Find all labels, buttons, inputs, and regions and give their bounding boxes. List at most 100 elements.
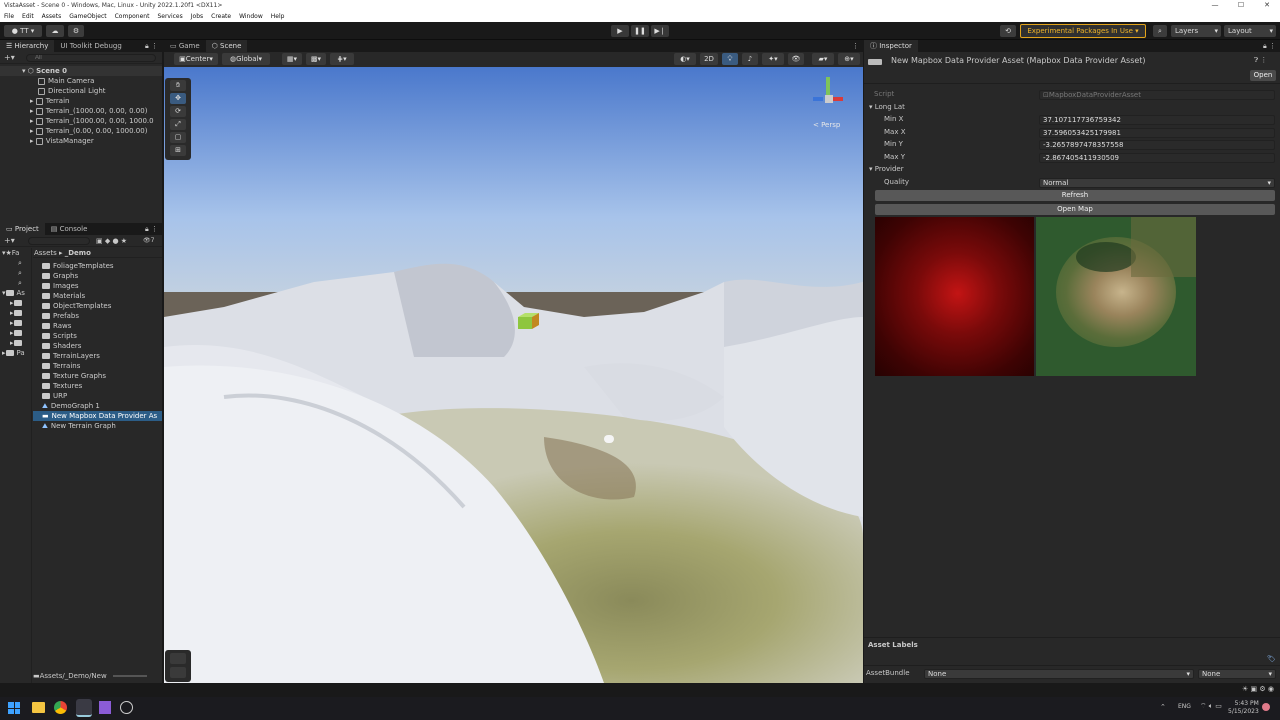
tree-folder[interactable]: ▸ [0, 338, 31, 348]
app-icon[interactable] [120, 701, 133, 714]
hierarchy-item[interactable]: ▸ Terrain_(1000.00, 0.00, 1000.0 [0, 116, 162, 126]
search-icon[interactable]: ⌕ [0, 258, 31, 268]
open-button[interactable]: Open [1250, 70, 1276, 81]
layout-dropdown[interactable]: Layout ▾ [1224, 25, 1276, 37]
windows-start-icon[interactable] [8, 702, 20, 714]
cloud-icon[interactable]: ☁ [46, 25, 64, 37]
refresh-icon[interactable] [170, 653, 186, 664]
list-item[interactable]: TerrainLayers [33, 351, 162, 361]
hierarchy-item[interactable]: Main Camera [0, 76, 162, 86]
min-x-field[interactable]: 37.107117736759342 [1039, 115, 1275, 125]
close-icon[interactable]: ✕ [1254, 0, 1280, 11]
layers-dropdown[interactable]: Layers ▾ [1171, 25, 1221, 37]
max-y-field[interactable]: -2.867405411930509 [1039, 153, 1275, 163]
list-item[interactable]: Materials [33, 291, 162, 301]
search-icon[interactable]: ⌕ [0, 278, 31, 288]
tab-hierarchy[interactable]: ☰ Hierarchy [0, 40, 55, 52]
add-icon[interactable]: +▾ [4, 52, 15, 64]
collab-icon[interactable]: ⚙ [68, 25, 84, 37]
history-icon[interactable]: ⟲ [1000, 25, 1016, 37]
language-indicator[interactable]: ENG [1178, 703, 1191, 710]
search-icon[interactable]: ⌕ [0, 268, 31, 278]
hierarchy-item[interactable]: ▸ VistaManager [0, 136, 162, 146]
asset-bundle-dropdown[interactable]: None ▾ [924, 669, 1194, 679]
add-icon[interactable]: +▾ [4, 235, 15, 247]
move-tool-icon[interactable]: ✥ [170, 93, 186, 104]
scene-row[interactable]: ▾ ⬡ Scene 0 [0, 66, 162, 76]
orientation-gizmo[interactable]: < Persp [809, 77, 849, 129]
tab-game[interactable]: ▭ Game [164, 40, 206, 52]
lock-icon[interactable]: 🔒︎ ⋮ [145, 40, 162, 52]
audio-icon[interactable]: ♪ [742, 53, 758, 65]
pause-button[interactable]: ❚❚ [631, 25, 649, 37]
provider-foldout[interactable]: ▾ Provider [869, 164, 904, 175]
menu-jobs[interactable]: Jobs [191, 11, 203, 22]
visual-studio-icon[interactable] [99, 701, 111, 714]
hierarchy-search-input[interactable] [26, 54, 156, 62]
maximize-icon[interactable]: ☐ [1228, 0, 1254, 11]
gizmos-icon[interactable]: ⊕▾ [838, 53, 860, 65]
tab-inspector[interactable]: ⓘ Inspector [864, 40, 918, 52]
list-item[interactable]: FoliageTemplates [33, 261, 162, 271]
play-button[interactable]: ▶ [611, 25, 629, 37]
packages-row[interactable]: ▸ Pa [0, 348, 31, 358]
visibility-icon[interactable]: 👁︎ [788, 53, 804, 65]
list-item[interactable]: Terrains [33, 361, 162, 371]
notification-icon[interactable] [1262, 703, 1270, 711]
tab-project[interactable]: ▭ Project [0, 223, 45, 235]
light-icon[interactable] [604, 435, 614, 443]
step-button[interactable]: ▶❘ [651, 25, 669, 37]
graph-tool-icon[interactable] [170, 667, 186, 678]
experimental-packages-button[interactable]: Experimental Packages In Use ▾ [1020, 24, 1146, 38]
effects-icon[interactable]: ✦▾ [762, 53, 784, 65]
min-y-field[interactable]: -3.2657897478357558 [1039, 140, 1275, 150]
rect-tool-icon[interactable]: ▢ [170, 132, 186, 143]
hierarchy-item[interactable]: ▸ Terrain [0, 96, 162, 106]
more-icon[interactable]: ⋮ [852, 40, 863, 52]
file-explorer-icon[interactable] [32, 702, 45, 713]
menu-create[interactable]: Create [211, 11, 231, 22]
list-item[interactable]: Scripts [33, 331, 162, 341]
max-x-field[interactable]: 37.596053425179981 [1039, 128, 1275, 138]
longlat-foldout[interactable]: ▾ Long Lat [869, 102, 905, 113]
menu-window[interactable]: Window [239, 11, 263, 22]
tag-icon[interactable]: 🏷︎ [1267, 654, 1276, 665]
lighting-icon[interactable]: 💡︎ [722, 53, 738, 65]
list-item[interactable]: ⛰ New Terrain Graph [33, 421, 162, 431]
menu-assets[interactable]: Assets [42, 11, 62, 22]
camera-icon[interactable]: ▰▾ [812, 53, 834, 65]
hierarchy-item[interactable]: ▸ Terrain_(0.00, 0.00, 1000.00) [0, 126, 162, 136]
menu-edit[interactable]: Edit [22, 11, 34, 22]
tree-folder[interactable]: ▸ [0, 298, 31, 308]
scale-tool-icon[interactable]: ⤢ [170, 119, 186, 130]
zoom-slider[interactable] [112, 675, 147, 677]
hierarchy-item[interactable]: Directional Light [0, 86, 162, 96]
list-item[interactable]: ObjectTemplates [33, 301, 162, 311]
refresh-button[interactable]: Refresh [875, 190, 1275, 201]
toggle-2d-button[interactable]: 2D [700, 53, 718, 65]
scene-viewport[interactable]: < Persp [164, 67, 863, 683]
help-icon[interactable]: ❓︎ ⋮ [1254, 55, 1267, 66]
transform-tool-icon[interactable]: ⊞ [170, 145, 186, 156]
minimize-icon[interactable]: — [1202, 0, 1228, 11]
tab-console[interactable]: ▤ Console [45, 223, 94, 235]
persp-label[interactable]: < Persp [813, 121, 840, 129]
increment-snap-icon[interactable]: ⋕▾ [330, 53, 354, 65]
search-icon[interactable]: ⌕ [1153, 25, 1167, 37]
hidden-count[interactable]: 👁︎7 [143, 235, 154, 247]
chrome-icon[interactable] [54, 701, 67, 714]
network-icon[interactable]: ⌔ 🔈︎ ▭ [1200, 702, 1222, 711]
hand-tool-icon[interactable]: ✋︎ [170, 80, 186, 91]
quality-dropdown[interactable]: Normal ▾ [1039, 178, 1275, 188]
list-item[interactable]: Raws [33, 321, 162, 331]
status-icons[interactable]: ☀ ▣ ⚙ ◉ [1242, 685, 1274, 693]
menu-component[interactable]: Component [115, 11, 150, 22]
draw-mode-icon[interactable]: ◐▾ [674, 53, 696, 65]
list-item[interactable]: Shaders [33, 341, 162, 351]
space-dropdown[interactable]: ◍Global▾ [222, 53, 270, 65]
list-item[interactable]: Prefabs [33, 311, 162, 321]
hierarchy-item[interactable]: ▸ Terrain_(1000.00, 0.00, 0.00) [0, 106, 162, 116]
assets-row[interactable]: ▾ As [0, 288, 31, 298]
tree-folder[interactable]: ▸ [0, 328, 31, 338]
open-map-button[interactable]: Open Map [875, 204, 1275, 215]
